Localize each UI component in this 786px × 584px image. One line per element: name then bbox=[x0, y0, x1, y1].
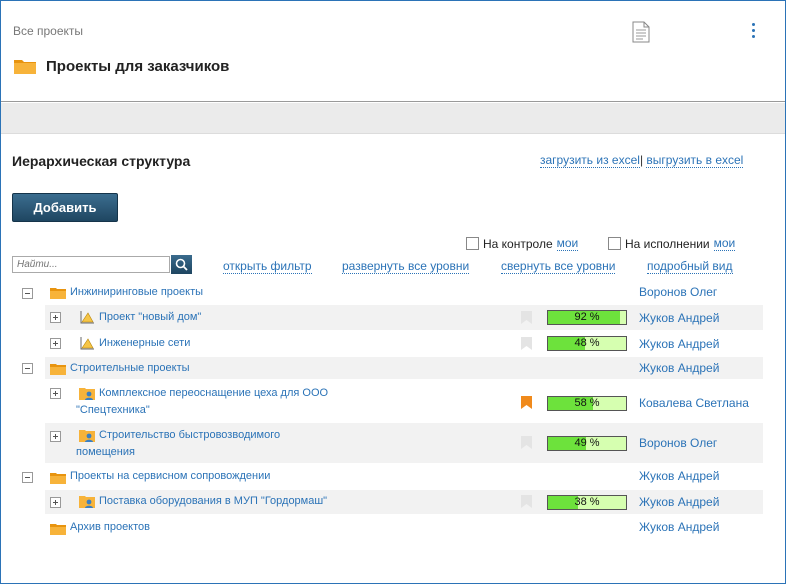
collapse-toggle[interactable] bbox=[22, 288, 33, 299]
expand-toggle[interactable] bbox=[50, 388, 61, 399]
tree-row-project: Строительство быстровозводимого помещени… bbox=[0, 423, 784, 463]
folder-icon bbox=[50, 286, 66, 304]
bookmark-icon[interactable] bbox=[521, 311, 532, 324]
collapse-toggle[interactable] bbox=[22, 363, 33, 374]
progress-bar: 38 % bbox=[547, 495, 627, 510]
tree-group-label[interactable]: Инжиниринговые проекты bbox=[70, 284, 203, 301]
expand-all-link[interactable]: развернуть все уровни bbox=[342, 259, 470, 274]
on-control-mine-link[interactable]: мои bbox=[556, 236, 579, 251]
tree-row-group: Инжиниринговые проекты Воронов Олег bbox=[0, 283, 784, 303]
tree-group-label[interactable]: Проекты на сервисном сопровождении bbox=[70, 468, 270, 485]
import-excel-link[interactable]: загрузить из excel bbox=[540, 153, 640, 168]
in-execution-checkbox[interactable] bbox=[608, 237, 621, 250]
owner-link[interactable]: Жуков Андрей bbox=[639, 469, 719, 483]
project-label[interactable]: Инженерные сети bbox=[99, 335, 190, 352]
detailed-view-link[interactable]: подробный вид bbox=[647, 259, 733, 274]
expand-toggle[interactable] bbox=[50, 497, 61, 508]
breadcrumb[interactable]: Все проекты bbox=[13, 24, 83, 38]
project-label[interactable]: Строительство быстровозводимого bbox=[99, 427, 280, 444]
progress-bar: 58 % bbox=[547, 396, 627, 411]
project-label[interactable]: Проект "новый дом" bbox=[99, 309, 201, 326]
progress-bar: 92 % bbox=[547, 310, 627, 325]
project-icon bbox=[79, 336, 95, 355]
excel-links: загрузить из excel| выгрузить в excel bbox=[540, 153, 744, 168]
owner-link[interactable]: Жуков Андрей bbox=[639, 337, 719, 351]
in-execution-mine-link[interactable]: мои bbox=[713, 236, 736, 251]
tree-group-label[interactable]: Строительные проекты bbox=[70, 360, 190, 377]
expand-toggle[interactable] bbox=[50, 312, 61, 323]
bookmark-icon[interactable] bbox=[521, 495, 532, 508]
in-execution-filter: На исполнении мои bbox=[608, 236, 736, 251]
on-control-checkbox[interactable] bbox=[466, 237, 479, 250]
search-input[interactable] bbox=[12, 256, 170, 273]
on-control-label: На контроле bbox=[483, 236, 553, 251]
project-label-cont[interactable]: помещения bbox=[76, 444, 135, 461]
owner-link[interactable]: Жуков Андрей bbox=[639, 520, 719, 534]
project-icon bbox=[79, 310, 95, 329]
tree-group-label[interactable]: Архив проектов bbox=[70, 519, 150, 536]
document-icon[interactable] bbox=[632, 21, 650, 48]
search-icon bbox=[175, 258, 188, 271]
owner-link[interactable]: Жуков Андрей bbox=[639, 311, 719, 325]
tree-row-project: Комплексное переоснащение цеха для ООО "… bbox=[0, 382, 784, 422]
page-title: Проекты для заказчиков bbox=[46, 58, 230, 75]
page-header: Все проекты Проекты для заказчиков bbox=[1, 1, 785, 102]
tree-row-group: Архив проектов Жуков Андрей bbox=[0, 518, 784, 538]
tree-row-project: Поставка оборудования в МУП "Гордормаш" … bbox=[0, 490, 784, 514]
add-button[interactable]: Добавить bbox=[12, 193, 118, 222]
folder-icon bbox=[50, 522, 66, 540]
progress-bar: 49 % bbox=[547, 436, 627, 451]
owner-link[interactable]: Жуков Андрей bbox=[639, 495, 719, 509]
toolbar-band bbox=[1, 103, 785, 134]
owner-link[interactable]: Воронов Олег bbox=[639, 436, 717, 450]
bookmark-icon[interactable] bbox=[521, 436, 532, 449]
expand-toggle[interactable] bbox=[50, 431, 61, 442]
search-button[interactable] bbox=[171, 255, 192, 274]
collapse-all-link[interactable]: свернуть все уровни bbox=[501, 259, 616, 274]
bookmark-icon[interactable] bbox=[521, 337, 532, 350]
project-team-icon bbox=[79, 494, 95, 515]
owner-link[interactable]: Воронов Олег bbox=[639, 285, 717, 299]
owner-link[interactable]: Жуков Андрей bbox=[639, 361, 719, 375]
tree-row-group: Проекты на сервисном сопровождении Жуков… bbox=[0, 466, 784, 488]
collapse-toggle[interactable] bbox=[22, 472, 33, 483]
project-label[interactable]: Комплексное переоснащение цеха для ООО bbox=[99, 385, 328, 402]
project-label[interactable]: Поставка оборудования в МУП "Гордормаш" bbox=[99, 493, 327, 510]
tree-row-project: Проект "новый дом" 92 % Жуков Андрей bbox=[0, 305, 784, 330]
section-title: Иерархическая структура bbox=[12, 153, 191, 169]
progress-bar: 48 % bbox=[547, 336, 627, 351]
folder-icon bbox=[50, 362, 66, 380]
tree-row-project: Инженерные сети 48 % Жуков Андрей bbox=[0, 331, 784, 356]
export-excel-link[interactable]: выгрузить в excel bbox=[646, 153, 744, 168]
bookmark-icon[interactable] bbox=[521, 396, 532, 409]
more-menu-icon[interactable] bbox=[749, 23, 757, 41]
project-label-cont[interactable]: "Спецтехника" bbox=[76, 402, 150, 419]
folder-icon bbox=[50, 471, 66, 489]
in-execution-label: На исполнении bbox=[625, 236, 710, 251]
expand-toggle[interactable] bbox=[50, 338, 61, 349]
tree-row-group: Строительные проекты Жуков Андрей bbox=[0, 357, 784, 379]
on-control-filter: На контроле мои bbox=[466, 236, 579, 251]
folder-icon bbox=[13, 57, 37, 80]
owner-link[interactable]: Ковалева Светлана bbox=[639, 396, 749, 410]
open-filter-link[interactable]: открыть фильтр bbox=[223, 259, 312, 274]
